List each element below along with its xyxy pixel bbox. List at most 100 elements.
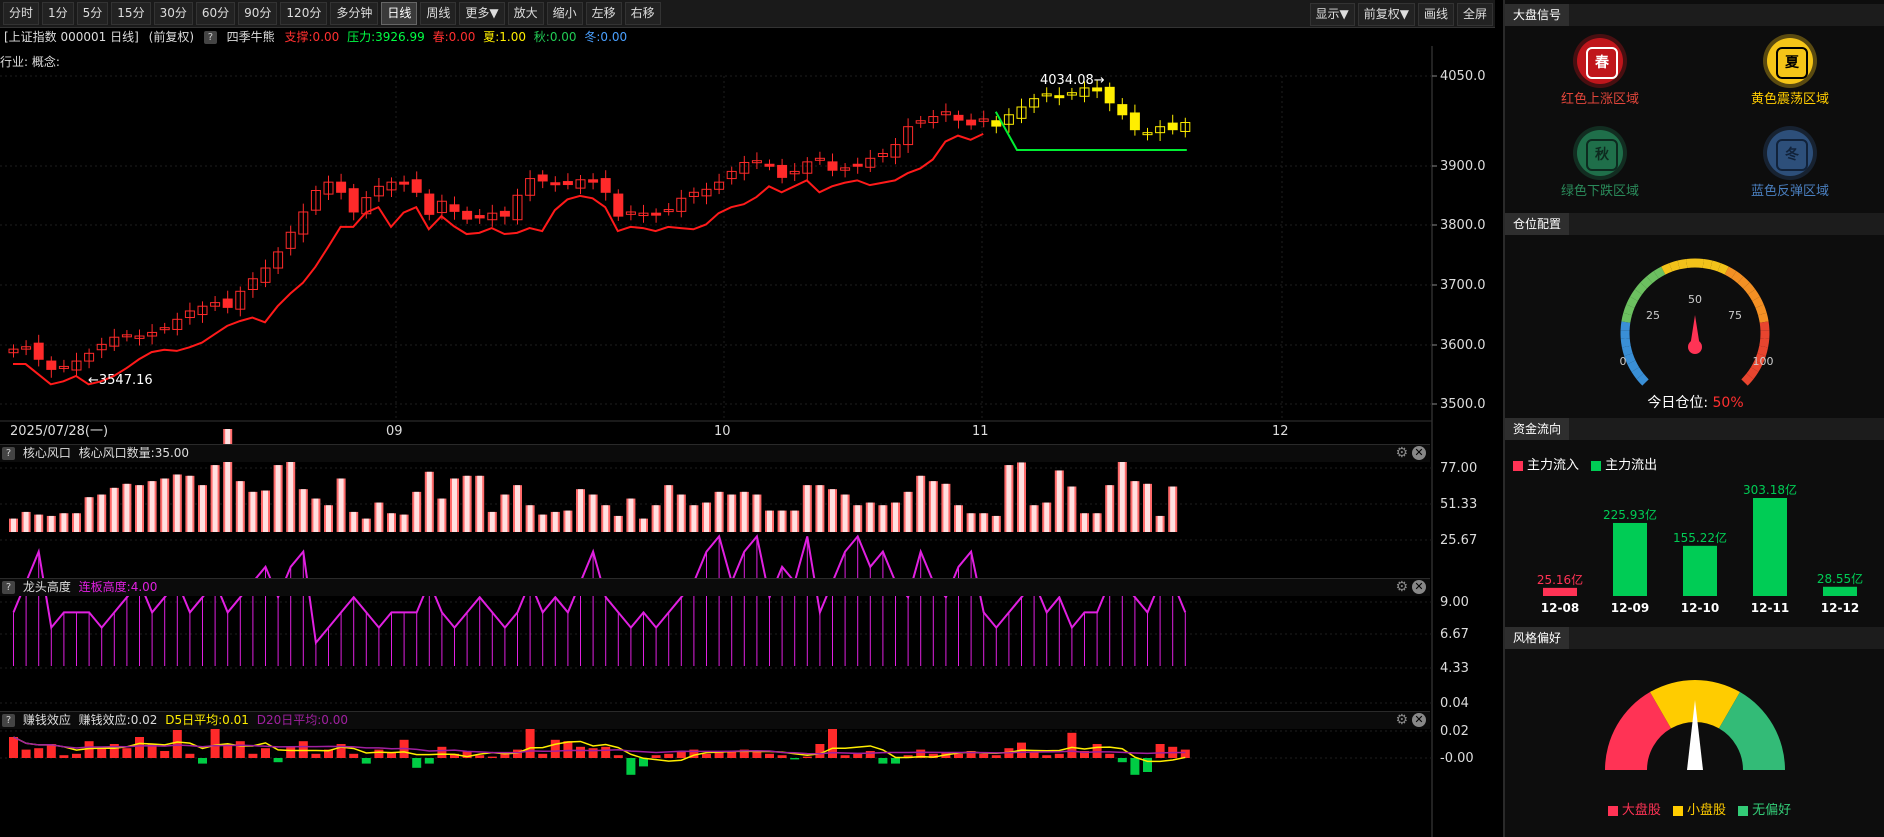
bar-core [1031,505,1037,532]
profit-bar [361,758,371,764]
winter-value: 冬:0.00 [584,30,628,44]
panel-value: 赚钱效应:0.02 [78,713,158,727]
profit-bar [865,751,875,758]
flow-bar [1823,586,1857,596]
y-tick-label: 3700.0 [1440,278,1486,293]
profit-bar [1029,752,1039,758]
period-button[interactable]: 15分 [111,2,151,25]
period-button[interactable]: 左移 [585,2,622,25]
profit-bar [601,746,611,758]
gear-icon[interactable]: ⚙ [1395,579,1408,596]
bar-core [905,491,911,532]
gauge-arc [1624,353,1636,365]
profit-bar [651,755,661,758]
help-icon[interactable]: ? [2,581,15,594]
gear-icon[interactable]: ⚙ [1395,712,1408,729]
close-icon[interactable]: ✕ [1412,580,1426,594]
period-button[interactable]: 更多▼ [459,2,505,25]
profit-bar [437,746,447,758]
profit-bar [34,748,44,758]
profit-bar [424,758,434,764]
help-icon[interactable]: ? [2,447,15,460]
period-button[interactable]: 缩小 [546,2,583,25]
toolbar-right-button[interactable]: 前复权▼ [1357,3,1415,26]
candle [953,114,964,121]
profit-bar [1180,749,1190,758]
bar-core [817,485,823,532]
gauge-arc [1636,373,1649,386]
toolbar-right-button[interactable]: 显示▼ [1309,3,1355,26]
section-market-signal: 大盘信号 [1505,4,1884,26]
bar-core [124,483,130,532]
support-line [13,132,984,386]
theme-count-bar [513,485,522,532]
toolbar-right-button[interactable]: 画线 [1417,3,1454,26]
theme-count-bar [563,510,573,532]
period-button[interactable]: 90分 [238,2,278,25]
theme-count-bar [752,494,762,532]
candle [1054,95,1065,99]
season-label: 蓝色反弹区域 [1750,184,1829,199]
theme-count-bar [172,474,182,532]
period-button[interactable]: 周线 [420,2,457,25]
close-icon[interactable]: ✕ [1412,446,1426,460]
toolbar-right-button[interactable]: 全屏 [1456,3,1493,26]
candle [399,181,410,185]
theme-count-bar [273,465,283,532]
bar-core [666,485,672,532]
y-tick-label: 3600.0 [1440,338,1486,353]
period-button[interactable]: 60分 [195,2,236,25]
period-button[interactable]: 放大 [507,2,544,25]
bar-core [149,481,155,532]
period-button[interactable]: 日线 [381,2,418,25]
theme-count-bar [147,481,157,532]
period-button[interactable]: 分时 [3,2,40,25]
high-price-label: 4034.08→ [1040,73,1105,88]
candle [827,161,838,171]
style-none-label: 无偏好 [1752,803,1792,818]
season-indicator: 秋 绿色下跌区域 [1525,130,1675,199]
bar-core [174,474,180,532]
bar-core [414,491,420,532]
help-icon[interactable]: ? [2,714,15,727]
bar-core [867,502,873,532]
help-icon[interactable]: ? [203,31,217,44]
theme-count-bar [21,511,31,532]
flow-bar [1753,498,1787,596]
season-glyph: 夏 [1776,47,1808,79]
gauge-arc [1724,266,1737,279]
theme-count-bar [1130,481,1140,532]
gear-icon[interactable]: ⚙ [1395,445,1408,462]
bar-core [804,485,810,532]
flow-category-label: 12-09 [1611,601,1649,615]
gauge-tick-label: 75 [1728,309,1742,322]
bar-core [23,511,29,532]
period-button[interactable]: 多分钟 [330,2,379,25]
profit-bar [878,758,888,764]
theme-count-bar [891,502,900,532]
profit-bar [525,725,535,758]
theme-count-bar [324,505,333,532]
period-button[interactable]: 30分 [153,2,193,25]
period-button[interactable]: 5分 [76,2,109,25]
theme-count-bar [361,518,371,532]
bar-core [880,505,886,532]
period-button[interactable]: 右移 [624,2,661,25]
style-legend: 大盘股 小盘股 无偏好 [1505,799,1884,818]
close-icon[interactable]: ✕ [1412,713,1426,727]
bar-core [779,510,785,532]
theme-count-bar [928,481,938,532]
theme-count-bar [1004,465,1014,532]
gauge-arc [1621,345,1633,357]
period-button[interactable]: 120分 [280,2,328,25]
profit-bar [235,741,245,758]
bar-core [678,494,684,532]
period-button[interactable]: 1分 [42,2,74,25]
theme-count-bar [399,514,409,532]
candle [1104,86,1115,104]
bar-core [162,478,168,532]
flow-value-label: 28.55亿 [1817,571,1863,586]
season-label: 黄色震荡区域 [1750,92,1829,107]
profit-bar [815,744,825,758]
profit-bar [891,758,900,764]
